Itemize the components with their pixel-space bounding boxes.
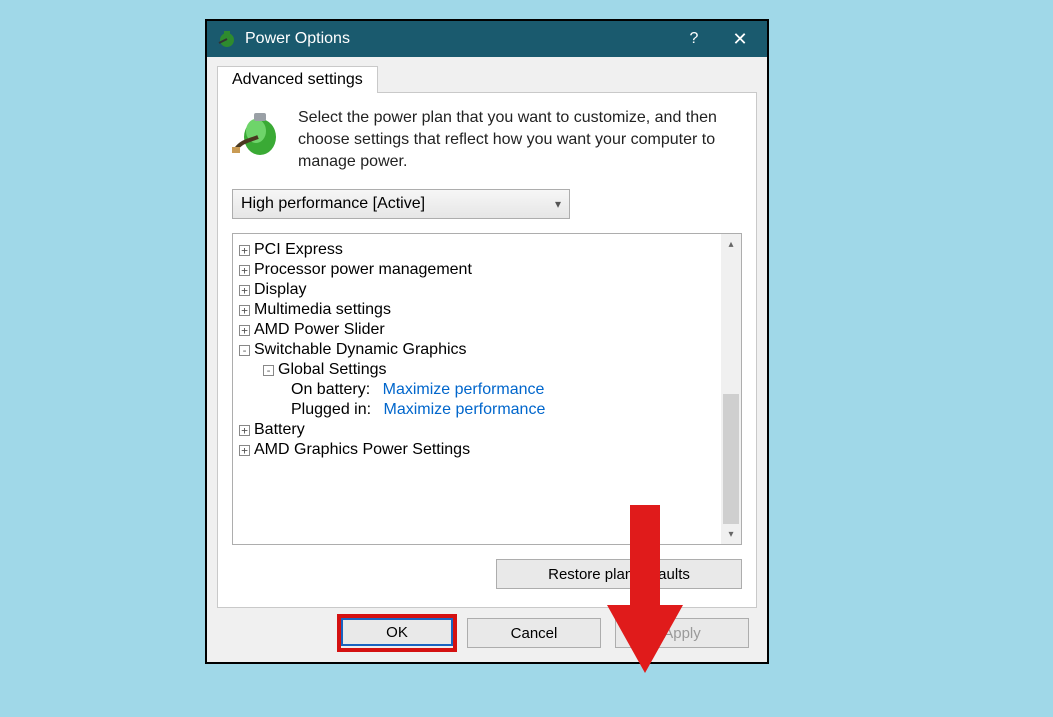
tree-item-pci-express[interactable]: +PCI Express	[239, 240, 715, 260]
tree-item-switchable-graphics[interactable]: -Switchable Dynamic Graphics	[239, 340, 715, 360]
tree-content: +PCI Express +Processor power management…	[233, 234, 721, 544]
expand-icon[interactable]: +	[239, 265, 250, 276]
intro-block: Select the power plan that you want to c…	[232, 107, 742, 173]
titlebar[interactable]: Power Options ? ✕	[207, 21, 767, 57]
tree-item-display[interactable]: +Display	[239, 280, 715, 300]
client-area: Advanced settings Select the power plan …	[207, 57, 767, 662]
on-battery-label: On battery:	[291, 381, 370, 399]
scroll-down-button[interactable]: ▾	[721, 524, 741, 544]
tree-item-processor-power[interactable]: +Processor power management	[239, 260, 715, 280]
expand-icon[interactable]: +	[239, 445, 250, 456]
window-title: Power Options	[245, 30, 671, 48]
tree-item-amd-power-slider[interactable]: +AMD Power Slider	[239, 320, 715, 340]
restore-row: Restore plan defaults	[232, 559, 742, 589]
power-plan-icon	[232, 107, 284, 173]
expand-icon[interactable]: +	[239, 425, 250, 436]
tab-advanced-settings[interactable]: Advanced settings	[217, 66, 378, 93]
scroll-thumb[interactable]	[723, 394, 739, 524]
tree-item-global-settings[interactable]: -Global Settings	[239, 360, 715, 380]
vertical-scrollbar[interactable]: ▴ ▾	[721, 234, 741, 544]
plugged-in-label: Plugged in:	[291, 401, 371, 419]
expand-icon[interactable]: +	[239, 305, 250, 316]
help-button[interactable]: ?	[671, 21, 717, 57]
tree-item-battery[interactable]: +Battery	[239, 420, 715, 440]
tree-item-plugged-in[interactable]: Plugged in: Maximize performance	[239, 400, 715, 420]
tab-panel: Select the power plan that you want to c…	[217, 93, 757, 608]
power-plan-selected: High performance [Active]	[241, 195, 425, 213]
expand-icon[interactable]: +	[239, 325, 250, 336]
collapse-icon[interactable]: -	[263, 365, 274, 376]
cancel-button[interactable]: Cancel	[467, 618, 601, 648]
collapse-icon[interactable]: -	[239, 345, 250, 356]
restore-defaults-button[interactable]: Restore plan defaults	[496, 559, 742, 589]
intro-text: Select the power plan that you want to c…	[298, 107, 742, 173]
battery-icon	[217, 29, 237, 49]
on-battery-value[interactable]: Maximize performance	[383, 381, 545, 399]
scroll-up-button[interactable]: ▴	[721, 234, 741, 254]
plugged-in-value[interactable]: Maximize performance	[384, 401, 546, 419]
power-plan-select[interactable]: High performance [Active] ▾	[232, 189, 570, 219]
expand-icon[interactable]: +	[239, 245, 250, 256]
expand-icon[interactable]: +	[239, 285, 250, 296]
apply-button[interactable]: Apply	[615, 618, 749, 648]
tabstrip: Advanced settings	[217, 65, 757, 93]
ok-button[interactable]: OK	[341, 618, 453, 646]
close-button[interactable]: ✕	[717, 21, 763, 57]
tree-item-amd-graphics-power[interactable]: +AMD Graphics Power Settings	[239, 440, 715, 460]
settings-tree[interactable]: +PCI Express +Processor power management…	[232, 233, 742, 545]
tree-item-on-battery[interactable]: On battery: Maximize performance	[239, 380, 715, 400]
button-bar: OK Cancel Apply	[217, 608, 757, 652]
tree-item-multimedia[interactable]: +Multimedia settings	[239, 300, 715, 320]
chevron-down-icon: ▾	[555, 197, 561, 211]
power-options-window: Power Options ? ✕ Advanced settings Sele…	[205, 19, 769, 664]
ok-highlight: OK	[341, 618, 453, 648]
